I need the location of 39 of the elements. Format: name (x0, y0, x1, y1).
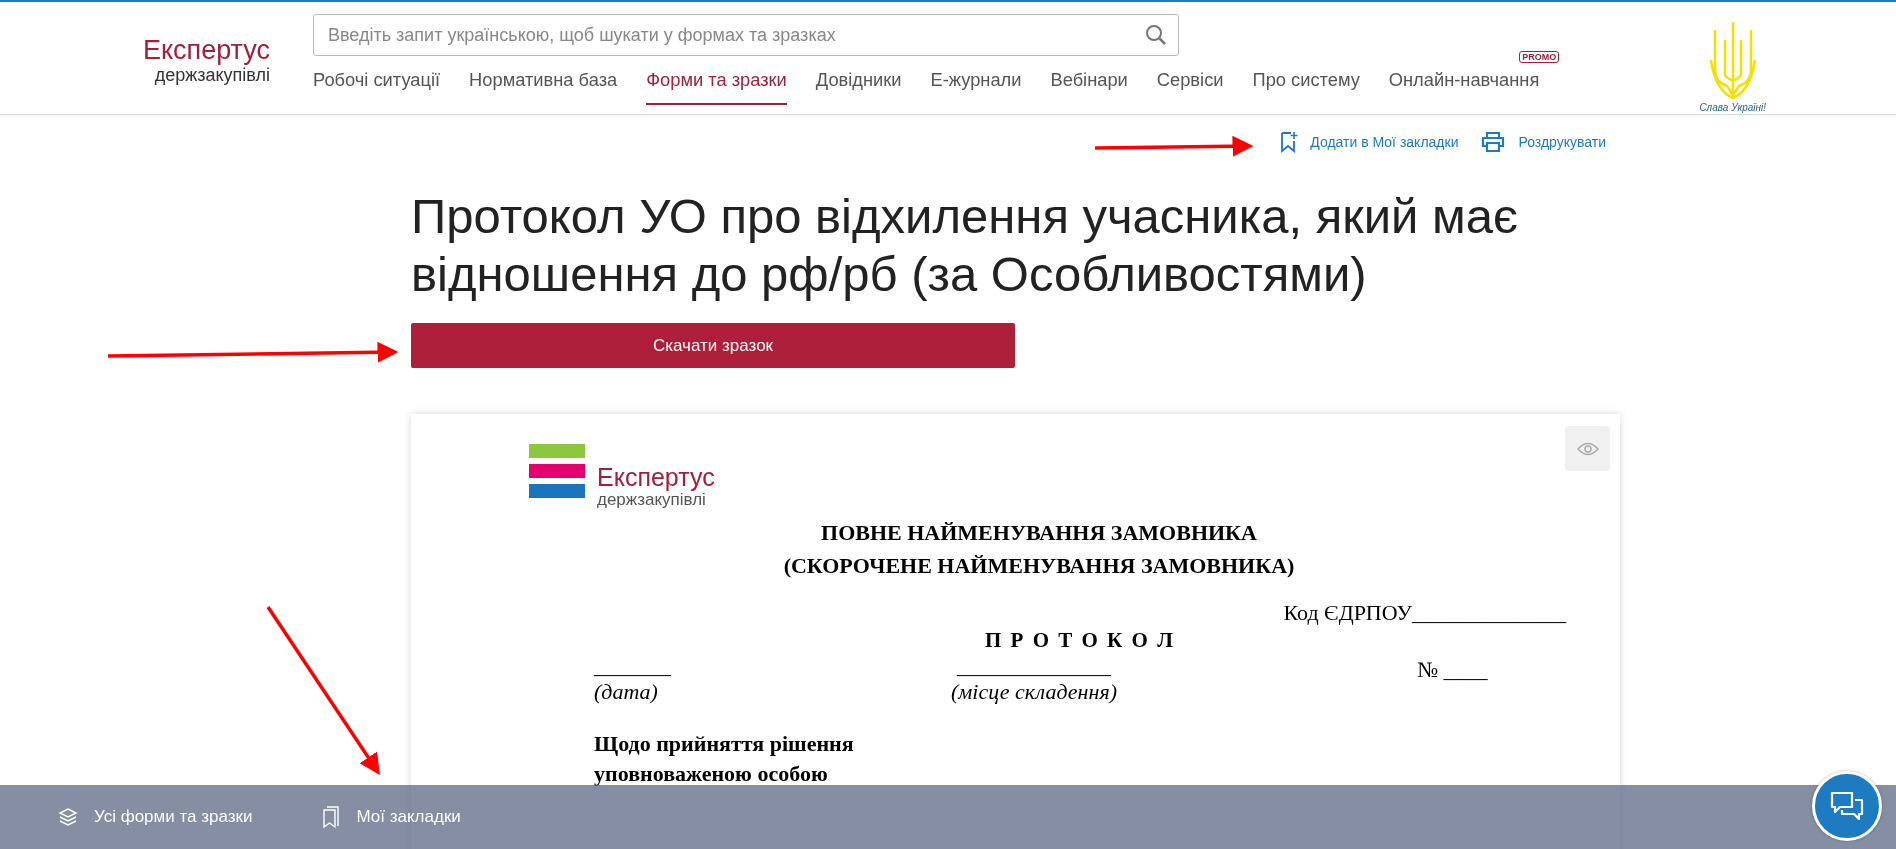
date-fill-in-line: _______ (594, 653, 671, 679)
printer-icon (1480, 131, 1507, 153)
emblem-caption: Слава Україні! (1699, 102, 1766, 113)
search-icon[interactable] (1145, 24, 1167, 46)
logo-name[interactable]: Експертус (142, 35, 270, 65)
nav-tab[interactable]: Довідники (815, 69, 902, 105)
action-link[interactable]: Роздрукувати (1480, 131, 1606, 153)
logo-subtitle[interactable]: держзакупівлі (154, 65, 270, 86)
bookmark-plus-icon (1280, 131, 1299, 153)
document-heading: ПОВНЕ НАЙМЕНУВАННЯ ЗАМОВНИКА (821, 519, 1257, 547)
number-fill-in-line: № ____ (1416, 657, 1488, 683)
nav-tab[interactable]: Онлайн-навчання (1388, 69, 1540, 105)
place-caption: (місце складення) (951, 679, 1117, 705)
promo-badge: PROMO (1519, 51, 1560, 63)
document-logo-subtitle: держзакупівлі (597, 490, 706, 510)
nav-tab[interactable]: Про систему (1252, 69, 1360, 105)
stripes-logo-icon (529, 444, 585, 500)
nav-tab[interactable]: Вебінари (1050, 69, 1128, 105)
nav-tab[interactable]: Нормативна база (469, 69, 618, 105)
layers-icon (58, 807, 78, 827)
nav-tab[interactable]: Робочі ситуації (313, 69, 441, 105)
subject-text: уповноваженою особою (594, 760, 829, 788)
subject-text: Щодо прийняття рішення (594, 730, 855, 758)
nav-tab[interactable]: Сервіси (1156, 69, 1224, 105)
download-button[interactable]: Скачати зразок (411, 323, 1015, 368)
place-fill-in-line: ______________ (957, 653, 1111, 679)
bookmark-icon (322, 806, 341, 828)
action-link[interactable]: Додати в Мої закладки (1280, 131, 1459, 153)
eye-icon (1576, 441, 1599, 456)
nav-tab[interactable]: Форми та зразки (646, 69, 787, 105)
edrpou-code-line: Код ЄДРПОУ______________ (1283, 600, 1566, 626)
search-field[interactable]: Введіть запит українською, щоб шукати у формах та зразках (313, 14, 1179, 56)
page-title: Протокол УО про відхилення учасника, який має відношення до рф/рб (за Особливостями) (411, 188, 1519, 303)
document-heading: (СКОРОЧЕНЕ НАЙМЕНУВАННЯ ЗАМОВНИКА) (783, 552, 1295, 580)
nav-tab[interactable]: Е-журнали (930, 69, 1022, 105)
protocol-heading: П Р О Т О К О Л (985, 628, 1176, 653)
date-caption: (дата) (594, 679, 658, 705)
document-logo-name: Експертус (597, 464, 715, 490)
chat-icon (1830, 791, 1864, 821)
